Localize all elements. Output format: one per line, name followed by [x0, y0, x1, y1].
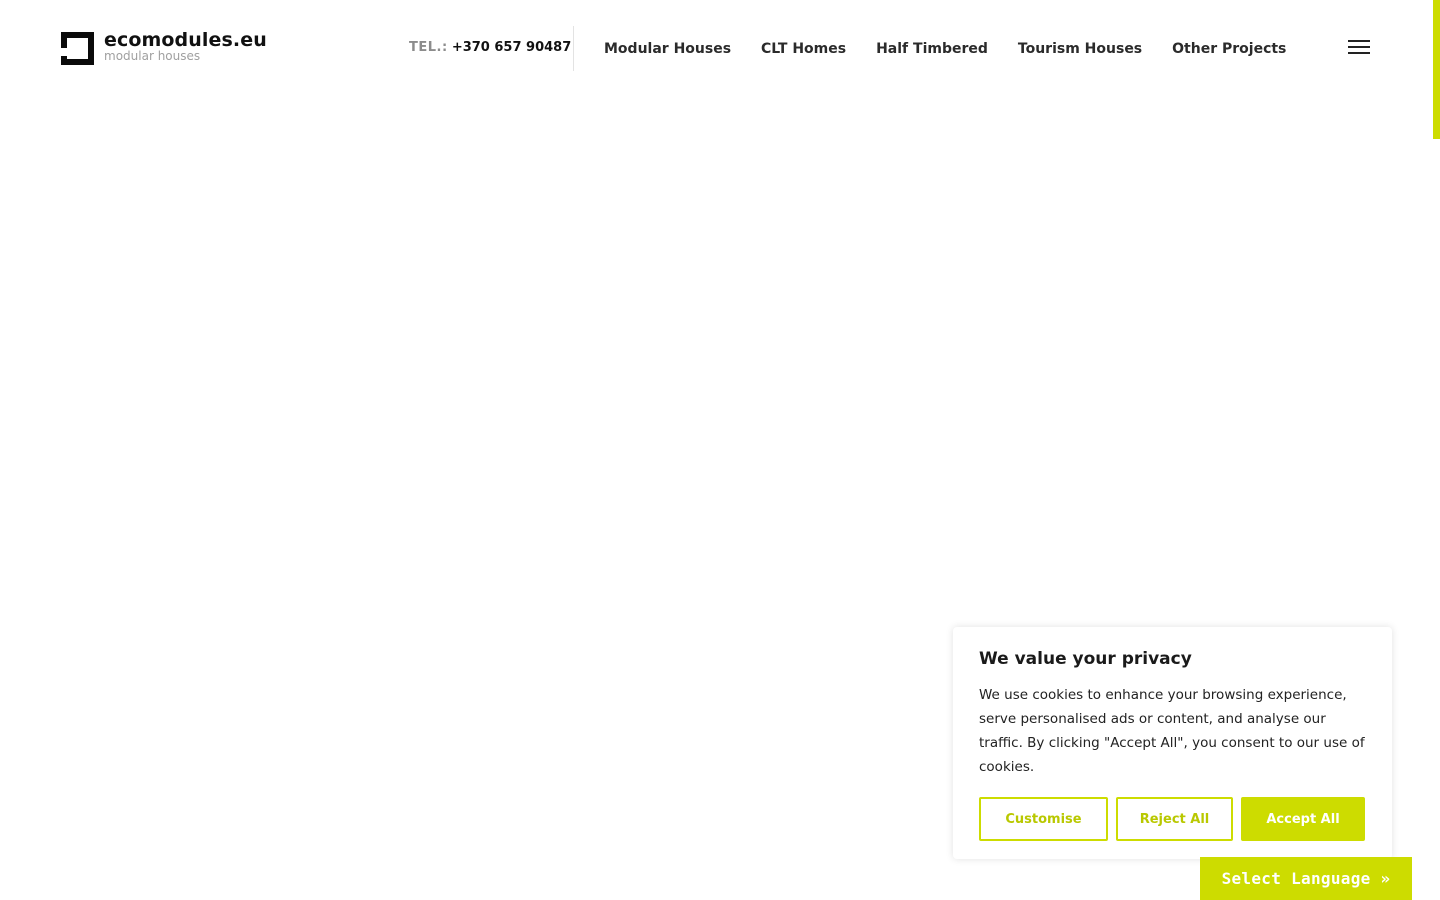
- logo-text: ecomodules.eu modular houses: [104, 29, 267, 63]
- square-frame-logo-icon: [61, 32, 94, 65]
- hamburger-line: [1348, 46, 1370, 48]
- nav-item-half-timbered[interactable]: Half Timbered: [876, 39, 988, 59]
- hamburger-menu-icon[interactable]: [1348, 40, 1370, 54]
- reject-all-button[interactable]: Reject All: [1116, 797, 1233, 841]
- nav-item-tourism-houses[interactable]: Tourism Houses: [1018, 39, 1142, 59]
- nav-item-modular-houses[interactable]: Modular Houses: [604, 39, 731, 59]
- site-header: ecomodules.eu modular houses TEL.: +370 …: [0, 0, 1440, 100]
- page: ecomodules.eu modular houses TEL.: +370 …: [0, 0, 1440, 900]
- header-phone: TEL.: +370 657 90487: [409, 40, 571, 55]
- cookie-banner: We value your privacy We use cookies to …: [953, 627, 1392, 859]
- header-divider: [573, 26, 574, 71]
- site-logo[interactable]: ecomodules.eu modular houses: [61, 31, 267, 67]
- logo-title: ecomodules.eu: [104, 29, 267, 51]
- hamburger-line: [1348, 52, 1370, 54]
- accent-bar: [1433, 0, 1440, 139]
- nav-item-clt-homes[interactable]: CLT Homes: [761, 39, 846, 59]
- customise-button[interactable]: Customise: [979, 797, 1108, 841]
- phone-number-link[interactable]: +370 657 90487: [452, 40, 571, 55]
- cookie-text: We use cookies to enhance your browsing …: [979, 687, 1365, 775]
- select-language-button[interactable]: Select Language »: [1200, 857, 1412, 900]
- hamburger-line: [1348, 40, 1370, 42]
- main-nav: Modular Houses CLT Homes Half Timbered T…: [604, 39, 1286, 59]
- phone-label: TEL.:: [409, 40, 448, 55]
- accept-all-button[interactable]: Accept All: [1241, 797, 1365, 841]
- cookie-title: We value your privacy: [979, 649, 1192, 669]
- nav-item-other-projects[interactable]: Other Projects: [1172, 39, 1286, 59]
- cookie-buttons: Customise Reject All Accept All: [979, 797, 1366, 841]
- logo-subtitle: modular houses: [104, 49, 201, 63]
